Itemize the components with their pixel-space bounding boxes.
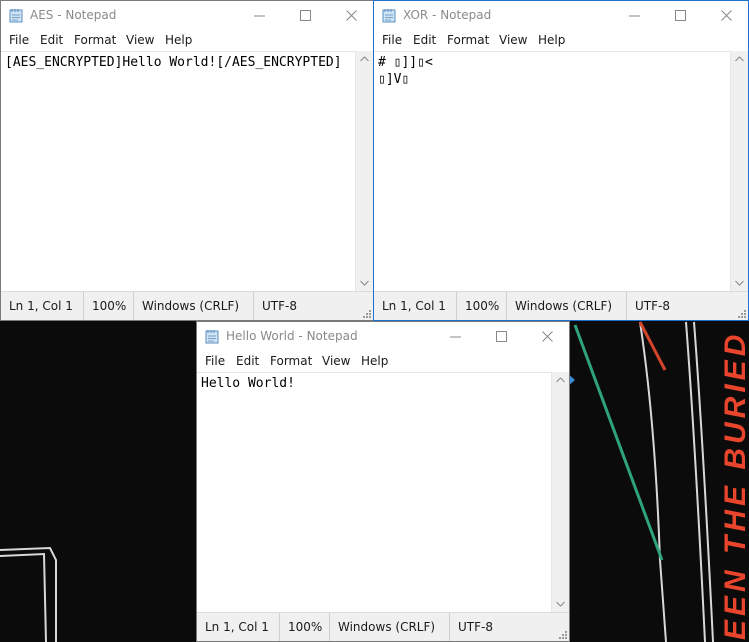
menu-view[interactable]: View <box>499 33 527 47</box>
vertical-scrollbar[interactable] <box>551 372 569 613</box>
scroll-down-button[interactable] <box>552 596 569 613</box>
title-bar[interactable]: AES - Notepad <box>1 1 373 31</box>
text-editor[interactable]: [AES_ENCRYPTED]Hello World![/AES_ENCRYPT… <box>1 51 356 292</box>
menu-format[interactable]: Format <box>270 354 312 368</box>
scroll-up-button[interactable] <box>356 51 373 68</box>
status-zoom: 100% <box>456 292 506 320</box>
close-button[interactable] <box>704 1 748 31</box>
scroll-down-button[interactable] <box>356 275 373 292</box>
status-zoom: 100% <box>83 292 133 320</box>
maximize-button[interactable] <box>283 1 329 31</box>
close-icon <box>542 331 553 342</box>
menu-file[interactable]: File <box>205 354 225 368</box>
minimize-button[interactable] <box>433 322 479 352</box>
status-line-endings: Windows (CRLF) <box>506 292 626 320</box>
title-bar[interactable]: Hello World - Notepad <box>197 322 569 352</box>
scroll-up-icon <box>735 56 744 62</box>
status-bar: Ln 1, Col 1 100% Windows (CRLF) UTF-8 <box>374 291 748 320</box>
vertical-scrollbar[interactable] <box>730 51 748 292</box>
menu-format[interactable]: Format <box>74 33 116 47</box>
title-bar[interactable]: XOR - Notepad <box>374 1 748 31</box>
status-zoom: 100% <box>279 613 329 641</box>
menu-view[interactable]: View <box>126 33 154 47</box>
maximize-button[interactable] <box>658 1 704 31</box>
status-position: Ln 1, Col 1 <box>382 299 446 313</box>
resize-grip-icon[interactable] <box>361 308 371 318</box>
window-title: XOR - Notepad <box>403 8 492 22</box>
minimize-button[interactable] <box>237 1 283 31</box>
status-line-endings: Windows (CRLF) <box>133 292 253 320</box>
hello-world-notepad-window[interactable]: Hello World - Notepad File Edit Format V… <box>196 321 570 642</box>
scroll-up-icon <box>556 377 565 383</box>
text-editor[interactable]: # ▯]]▯< ▯]V▯ <box>374 51 731 292</box>
scroll-up-button[interactable] <box>552 372 569 389</box>
scroll-down-icon <box>360 280 369 286</box>
status-encoding: UTF-8 <box>449 613 559 641</box>
scroll-down-button[interactable] <box>731 275 748 292</box>
window-title: AES - Notepad <box>30 8 117 22</box>
menu-edit[interactable]: Edit <box>236 354 259 368</box>
scroll-down-icon <box>735 280 744 286</box>
scroll-up-button[interactable] <box>731 51 748 68</box>
status-position: Ln 1, Col 1 <box>205 620 269 634</box>
minimize-icon <box>254 15 265 17</box>
status-bar: Ln 1, Col 1 100% Windows (CRLF) UTF-8 <box>1 291 373 320</box>
menu-bar: File Edit Format View Help <box>1 31 373 51</box>
menu-view[interactable]: View <box>322 354 350 368</box>
xor-notepad-window[interactable]: XOR - Notepad File Edit Format View Help… <box>373 0 749 321</box>
menu-edit[interactable]: Edit <box>413 33 436 47</box>
status-encoding: UTF-8 <box>626 292 736 320</box>
close-icon <box>346 10 357 21</box>
editor-text[interactable]: Hello World! <box>201 375 295 392</box>
maximize-button[interactable] <box>479 322 525 352</box>
menu-file[interactable]: File <box>382 33 402 47</box>
resize-grip-icon[interactable] <box>736 308 746 318</box>
maximize-icon <box>675 10 686 21</box>
notepad-icon <box>382 9 396 23</box>
minimize-icon <box>629 15 640 17</box>
editor-text[interactable]: [AES_ENCRYPTED]Hello World![/AES_ENCRYPT… <box>5 54 342 71</box>
close-button[interactable] <box>525 322 569 352</box>
minimize-button[interactable] <box>612 1 658 31</box>
text-editor[interactable]: Hello World! <box>197 372 552 613</box>
status-encoding: UTF-8 <box>253 292 363 320</box>
aes-notepad-window[interactable]: AES - Notepad File Edit Format View Help… <box>0 0 374 321</box>
status-line-endings: Windows (CRLF) <box>329 613 449 641</box>
wallpaper-text: EEN THE BURIED <box>719 331 749 640</box>
menu-help[interactable]: Help <box>538 33 565 47</box>
minimize-icon <box>450 336 461 338</box>
window-title: Hello World - Notepad <box>226 329 358 343</box>
menu-bar: File Edit Format View Help <box>197 352 569 372</box>
scroll-up-icon <box>360 56 369 62</box>
notepad-icon <box>9 9 23 23</box>
scroll-down-icon <box>556 601 565 607</box>
menu-format[interactable]: Format <box>447 33 489 47</box>
menu-help[interactable]: Help <box>165 33 192 47</box>
status-bar: Ln 1, Col 1 100% Windows (CRLF) UTF-8 <box>197 612 569 641</box>
close-icon <box>721 10 732 21</box>
notepad-icon <box>205 330 219 344</box>
maximize-icon <box>300 10 311 21</box>
vertical-scrollbar[interactable] <box>355 51 373 292</box>
resize-grip-icon[interactable] <box>557 629 567 639</box>
menu-bar: File Edit Format View Help <box>374 31 748 51</box>
editor-text[interactable]: # ▯]]▯< ▯]V▯ <box>378 54 433 88</box>
menu-file[interactable]: File <box>9 33 29 47</box>
menu-help[interactable]: Help <box>361 354 388 368</box>
close-button[interactable] <box>329 1 373 31</box>
menu-edit[interactable]: Edit <box>40 33 63 47</box>
maximize-icon <box>496 331 507 342</box>
status-position: Ln 1, Col 1 <box>9 299 73 313</box>
